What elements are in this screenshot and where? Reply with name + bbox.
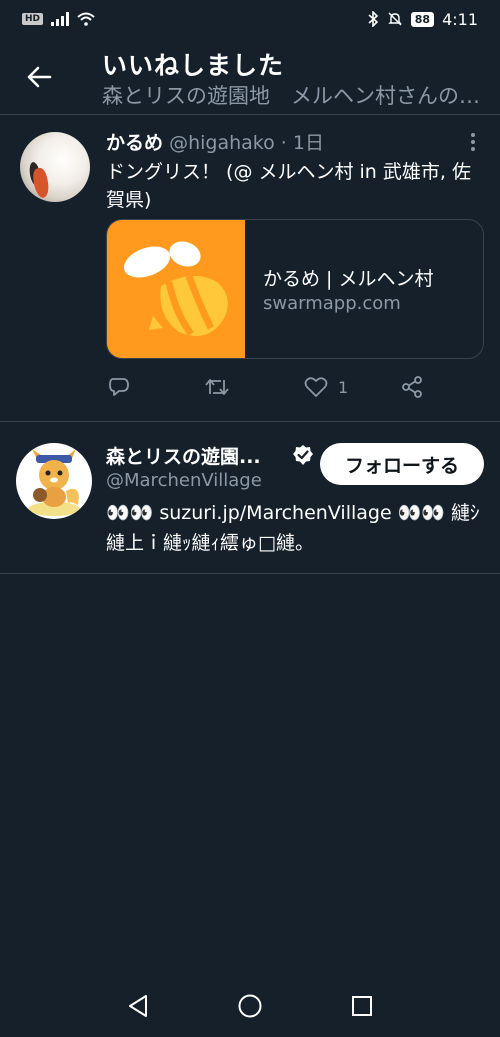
nav-home-button[interactable] bbox=[237, 993, 263, 1019]
signal-icon bbox=[51, 12, 70, 26]
retweet-button[interactable] bbox=[204, 372, 240, 402]
circle-home-icon bbox=[238, 994, 262, 1018]
like-button[interactable]: 1 bbox=[304, 372, 348, 402]
verified-badge-icon bbox=[293, 445, 313, 465]
tweet-actions: 1 bbox=[106, 372, 446, 402]
follow-button[interactable]: フォローする bbox=[320, 443, 484, 485]
header: いいねしました 森とリスの遊園地 メルヘン村さんのツイート bbox=[0, 38, 500, 115]
status-bar: HD 88 4:11 bbox=[0, 0, 500, 38]
tweet-author-name[interactable]: かるめ bbox=[106, 132, 163, 154]
arrow-left-icon bbox=[27, 66, 52, 88]
bluetooth-icon bbox=[368, 11, 378, 27]
back-button[interactable] bbox=[22, 60, 56, 94]
link-card[interactable]: かるめ | メルヘン村 swarmapp.com bbox=[106, 219, 484, 359]
card-domain: swarmapp.com bbox=[263, 293, 401, 314]
hd-badge: HD bbox=[22, 13, 44, 25]
swarm-logo bbox=[107, 220, 245, 358]
tweet-header: かるめ @higahako · 1日 bbox=[106, 128, 324, 155]
nav-back-button[interactable] bbox=[125, 993, 151, 1019]
mute-bell-icon bbox=[388, 12, 402, 26]
share-icon bbox=[402, 376, 422, 398]
share-button[interactable] bbox=[400, 372, 424, 402]
reply-button[interactable] bbox=[108, 372, 140, 402]
like-count: 1 bbox=[338, 377, 349, 397]
tweet[interactable]: かるめ @higahako · 1日 ドングリス！ (@ メルヘン村 in 武雄… bbox=[0, 116, 500, 422]
user-handle[interactable]: @MarchenVillage bbox=[106, 470, 262, 491]
square-recents-icon bbox=[352, 996, 372, 1016]
clock: 4:11 bbox=[442, 9, 478, 29]
retweet-icon bbox=[205, 379, 229, 395]
status-left: HD bbox=[22, 12, 95, 26]
wifi-icon bbox=[77, 12, 95, 26]
status-right: 88 4:11 bbox=[367, 10, 478, 29]
squirrel-mascot-icon bbox=[28, 449, 80, 516]
swarm-bee-icon bbox=[123, 241, 228, 337]
page-subtitle: 森とリスの遊園地 メルヘン村さんのツイート bbox=[102, 84, 482, 108]
tweet-author-handle[interactable]: @higahako bbox=[169, 132, 275, 154]
reply-icon bbox=[109, 378, 129, 396]
user-bio: 👀👀 suzuri.jp/MarchenVillage 👀👀 縺ｼ縺上ｉ縺ｯ縺ｨ… bbox=[106, 502, 480, 554]
more-options-icon[interactable] bbox=[470, 132, 476, 152]
tweet-timestamp: · 1日 bbox=[280, 132, 324, 154]
nav-recents-button[interactable] bbox=[349, 993, 375, 1019]
page-title: いいねしました bbox=[102, 51, 285, 80]
user-name[interactable]: 森とリスの遊園... bbox=[106, 442, 282, 469]
heart-icon bbox=[304, 377, 328, 397]
card-title: かるめ | メルヘン村 bbox=[263, 268, 434, 290]
system-nav-bar bbox=[0, 975, 500, 1037]
avatar[interactable] bbox=[20, 132, 90, 202]
avatar[interactable] bbox=[16, 443, 92, 519]
battery-indicator: 88 bbox=[410, 11, 435, 27]
triangle-back-icon bbox=[129, 995, 147, 1017]
tweet-text: ドングリス！ (@ メルヘン村 in 武雄市, 佐賀県) bbox=[106, 161, 471, 211]
avatar-swan-beak bbox=[31, 167, 51, 199]
user-list-item[interactable]: 森とリスの遊園... @MarchenVillage フォローする 👀👀 suz… bbox=[0, 422, 500, 574]
